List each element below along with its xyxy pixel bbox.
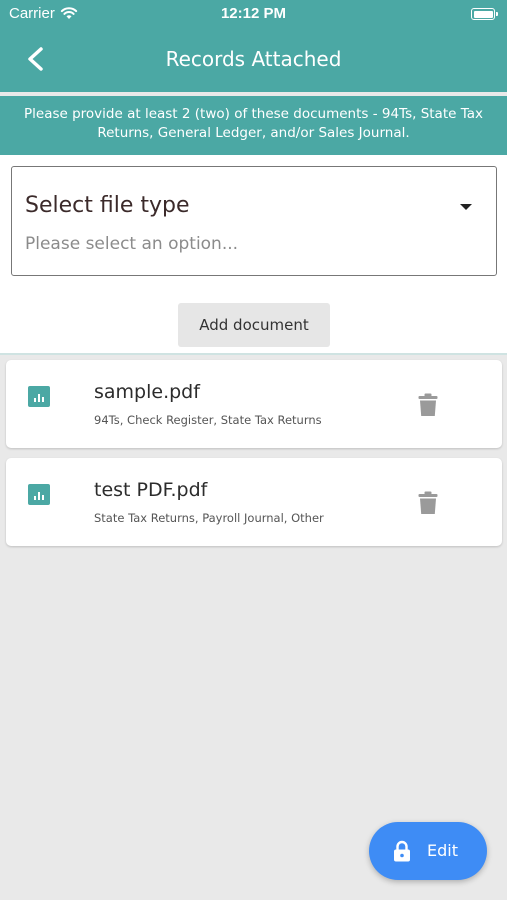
file-type-select[interactable]: Select file type Please select an option… — [11, 166, 497, 276]
document-name: test PDF.pdf — [94, 479, 208, 501]
requirements-notice: Please provide at least 2 (two) of these… — [0, 96, 507, 155]
select-placeholder: Please select an option... — [25, 234, 239, 254]
bar-chart-icon — [28, 484, 50, 505]
edit-button[interactable]: Edit — [369, 822, 487, 880]
edit-label: Edit — [427, 841, 458, 860]
nav-bar: Records Attached — [0, 28, 507, 92]
document-card: test PDF.pdf State Tax Returns, Payroll … — [6, 458, 502, 546]
bar-chart-icon — [28, 386, 50, 407]
document-form: Select file type Please select an option… — [0, 155, 507, 353]
page-title: Records Attached — [165, 47, 342, 71]
status-bar: Carrier 12:12 PM — [0, 0, 507, 28]
battery-icon — [471, 8, 498, 20]
document-types: 94Ts, Check Register, State Tax Returns — [94, 413, 322, 427]
add-document-button[interactable]: Add document — [178, 303, 330, 347]
notice-text: Please provide at least 2 (two) of these… — [24, 106, 483, 141]
lock-icon — [394, 840, 410, 862]
document-types: State Tax Returns, Payroll Journal, Othe… — [94, 511, 324, 525]
select-label: Select file type — [25, 193, 190, 218]
document-card: sample.pdf 94Ts, Check Register, State T… — [6, 360, 502, 448]
trash-icon[interactable] — [418, 393, 438, 417]
document-name: sample.pdf — [94, 381, 200, 403]
dropdown-arrow-icon — [460, 204, 472, 210]
divider — [0, 353, 507, 355]
clock: 12:12 PM — [220, 5, 287, 22]
app-header: Carrier 12:12 PM Records Attached — [0, 0, 507, 92]
trash-icon[interactable] — [418, 491, 438, 515]
